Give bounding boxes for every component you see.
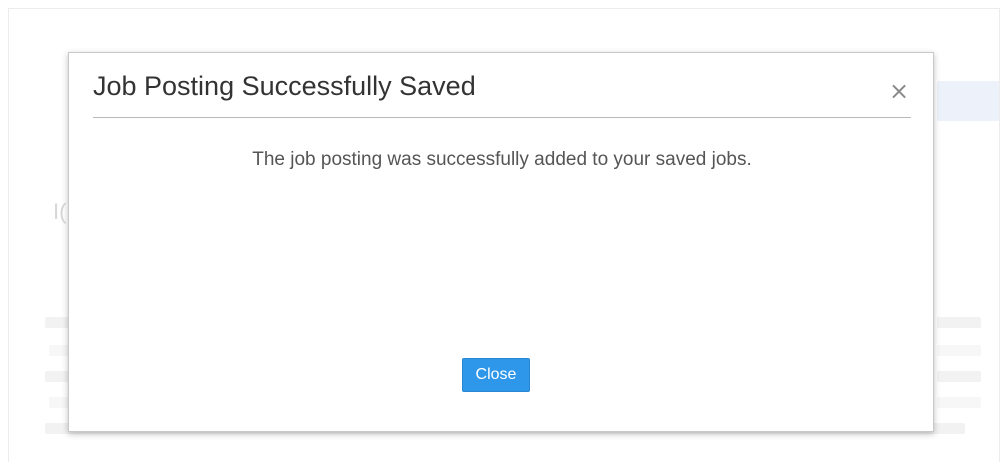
close-button[interactable]: Close [462, 358, 530, 392]
dialog-title: Job Posting Successfully Saved [93, 71, 476, 101]
page: I( Job Posting Successfully Saved × The … [0, 0, 1008, 462]
dialog-message: The job posting was successfully added t… [252, 149, 752, 170]
dialog-header: Job Posting Successfully Saved × [93, 67, 911, 118]
close-icon[interactable]: × [889, 79, 909, 103]
job-saved-dialog: Job Posting Successfully Saved × The job… [68, 52, 934, 432]
